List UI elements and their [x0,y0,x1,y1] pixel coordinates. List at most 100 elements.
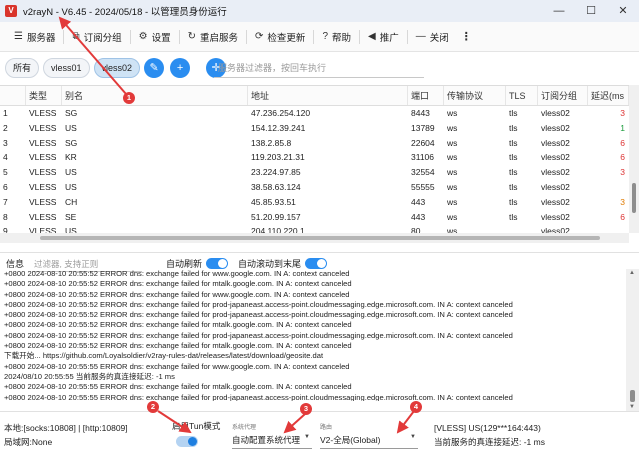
column-header-address[interactable]: 地址 [248,86,408,105]
servers-menu-button[interactable]: ☰ 服务器 [8,24,61,50]
close-icon: — [415,31,426,42]
tun-mode-toggle[interactable] [176,436,198,447]
cell-tls: tls [509,167,518,178]
log-output: +0800 2024-08-10 20:55:52 ERROR dns: exc… [0,269,626,401]
tun-mode-label: 启用Tun模式 [172,421,221,431]
close-app-button[interactable]: — 关闭 [410,24,455,50]
group-filter-bar: 所有 vless01 vless02 ✎ + ✛ 服务器过滤器，按回车执行 [0,52,639,84]
cell-group: vless02 [541,226,570,233]
table-row[interactable]: 7 VLESS CH 45.85.93.51 443 ws tls vless02 3 [0,195,629,210]
scroll-up-icon[interactable]: ▲ [629,270,635,276]
help-button[interactable]: ? 帮助 [316,24,357,50]
chevron-down-icon: ▼ [410,434,416,440]
server-filter-input[interactable]: 服务器过滤器，按回车执行 [214,58,424,78]
table-row[interactable]: 1 VLESS SG 47.236.254.120 8443 ws tls vless02 3 [0,106,629,121]
subscription-menu-button[interactable]: ⧉ 订阅分组 [66,24,127,50]
column-header-type[interactable]: 类型 [26,86,62,105]
column-header-tls[interactable]: TLS [506,86,538,105]
cell-port: 22604 [411,137,435,148]
log-line: +0800 2024-08-10 20:55:52 ERROR dns: exc… [4,310,513,320]
scroll-thumb[interactable] [632,183,636,213]
lan-status: 局域网:None [4,437,53,447]
cell-port: 32554 [411,167,435,178]
column-header-port[interactable]: 端口 [408,86,444,105]
restart-service-button[interactable]: ↻ 重启服务 [182,24,244,50]
table-vertical-scrollbar[interactable] [629,85,639,233]
cell-group: vless02 [541,122,570,133]
group-tab-vless02[interactable]: vless02 [93,58,141,78]
annotation-badge-2: 2 [147,401,159,413]
log-line: +0800 2024-08-10 20:55:52 ERROR dns: exc… [4,320,352,330]
edit-group-button[interactable]: ✎ [144,58,165,78]
cell-alias: SG [65,137,78,148]
table-row[interactable]: 2 VLESS US 154.12.39.241 13789 ws tls vless02 1 [0,121,629,136]
cell-group: vless02 [541,196,570,207]
check-update-button[interactable]: ⟳ 检查更新 [249,24,311,50]
restart-label: 重启服务 [200,32,239,44]
scroll-thumb[interactable] [630,390,635,402]
more-options-button[interactable]: ⋮ [455,24,482,50]
table-header: 类型 别名 地址 端口 传输协议 TLS 订阅分组 延迟(ms [0,86,629,106]
column-header-network[interactable]: 传输协议 [444,86,506,105]
column-header-delay[interactable]: 延迟(ms [588,86,629,105]
toolbar-divider [246,29,248,44]
cell-address: 154.12.39.241 [251,122,306,133]
group-tab-vless01[interactable]: vless01 [43,58,90,78]
close-label: 关闭 [429,32,449,44]
pencil-icon: ✎ [149,62,159,74]
chevron-down-icon: ▼ [304,434,310,440]
cell-idx: 3 [3,137,8,148]
routing-select[interactable]: 路由 V2-全局(Global) ▼ [320,422,418,449]
scroll-thumb[interactable] [40,236,600,240]
auto-refresh-toggle[interactable] [206,258,229,269]
cell-tls: tls [509,211,518,222]
promotion-icon: ◀ [368,31,376,42]
cell-port: 31106 [411,152,435,163]
cell-idx: 5 [3,167,8,178]
cell-network: ws [447,108,458,118]
cell-port: 13789 [411,122,435,133]
column-header-index[interactable] [0,86,26,105]
servers-icon: ☰ [14,31,23,42]
check-update-label: 检查更新 [267,32,306,44]
cell-delay: 3 [620,167,625,178]
minimize-button[interactable]: — [543,0,575,22]
system-proxy-caption: 系统代理 [232,425,257,431]
cell-delay: 1 [620,122,625,133]
cell-alias: US [65,181,77,192]
system-proxy-select[interactable]: 系统代理 自动配置系统代理 ▼ [232,422,312,449]
add-group-button[interactable]: + [170,58,191,78]
column-header-alias[interactable]: 别名 [62,86,248,105]
cell-group: vless02 [541,211,570,222]
group-tab-all[interactable]: 所有 [5,58,40,78]
cell-port: 80 [411,226,421,233]
cell-type: VLESS [29,137,57,148]
cell-delay [588,224,629,233]
restart-icon: ↻ [187,31,197,42]
scroll-down-icon[interactable]: ▼ [629,404,635,410]
table-row[interactable]: 3 VLESS SG 138.2.85.8 22604 ws tls vless02 6 [0,136,629,151]
promotion-button[interactable]: ◀ 推广 [362,24,405,50]
close-window-button[interactable]: ✕ [607,0,639,22]
current-delay-status: 当前服务的真连接延迟: -1 ms [434,437,545,447]
settings-menu-button[interactable]: ⚙ 设置 [133,24,177,50]
cell-type: VLESS [29,122,57,133]
column-header-group[interactable]: 订阅分组 [538,86,588,105]
auto-scroll-toggle[interactable] [305,258,328,269]
log-vertical-scrollbar[interactable]: ▲ ▼ [626,269,639,411]
table-row[interactable]: 8 VLESS SE 51.20.99.157 443 ws tls vless02 6 [0,210,629,225]
table-horizontal-scrollbar[interactable] [0,233,629,243]
toolbar-divider [129,29,131,44]
cell-address: 45.85.93.51 [251,196,296,207]
cell-tls: tls [509,122,518,133]
maximize-button[interactable]: ☐ [575,0,607,22]
cell-delay: 6 [620,211,625,222]
log-line: +0800 2024-08-10 20:55:52 ERROR dns: exc… [4,289,350,299]
table-row[interactable]: 6 VLESS US 38.58.63.124 55555 ws tls vless02 [0,180,629,195]
cell-tls: tls [509,152,518,163]
table-row[interactable]: 5 VLESS US 23.224.97.85 32554 ws tls vless02 3 [0,165,629,180]
cell-address: 138.2.85.8 [251,137,292,148]
table-row[interactable]: 4 VLESS KR 119.203.21.31 31106 ws tls vless02 6 [0,150,629,165]
more-vertical-icon: ⋮ [460,31,472,43]
table-row[interactable]: 9 VLESS US 204.110.220.1 80 ws vless02 [0,224,629,233]
